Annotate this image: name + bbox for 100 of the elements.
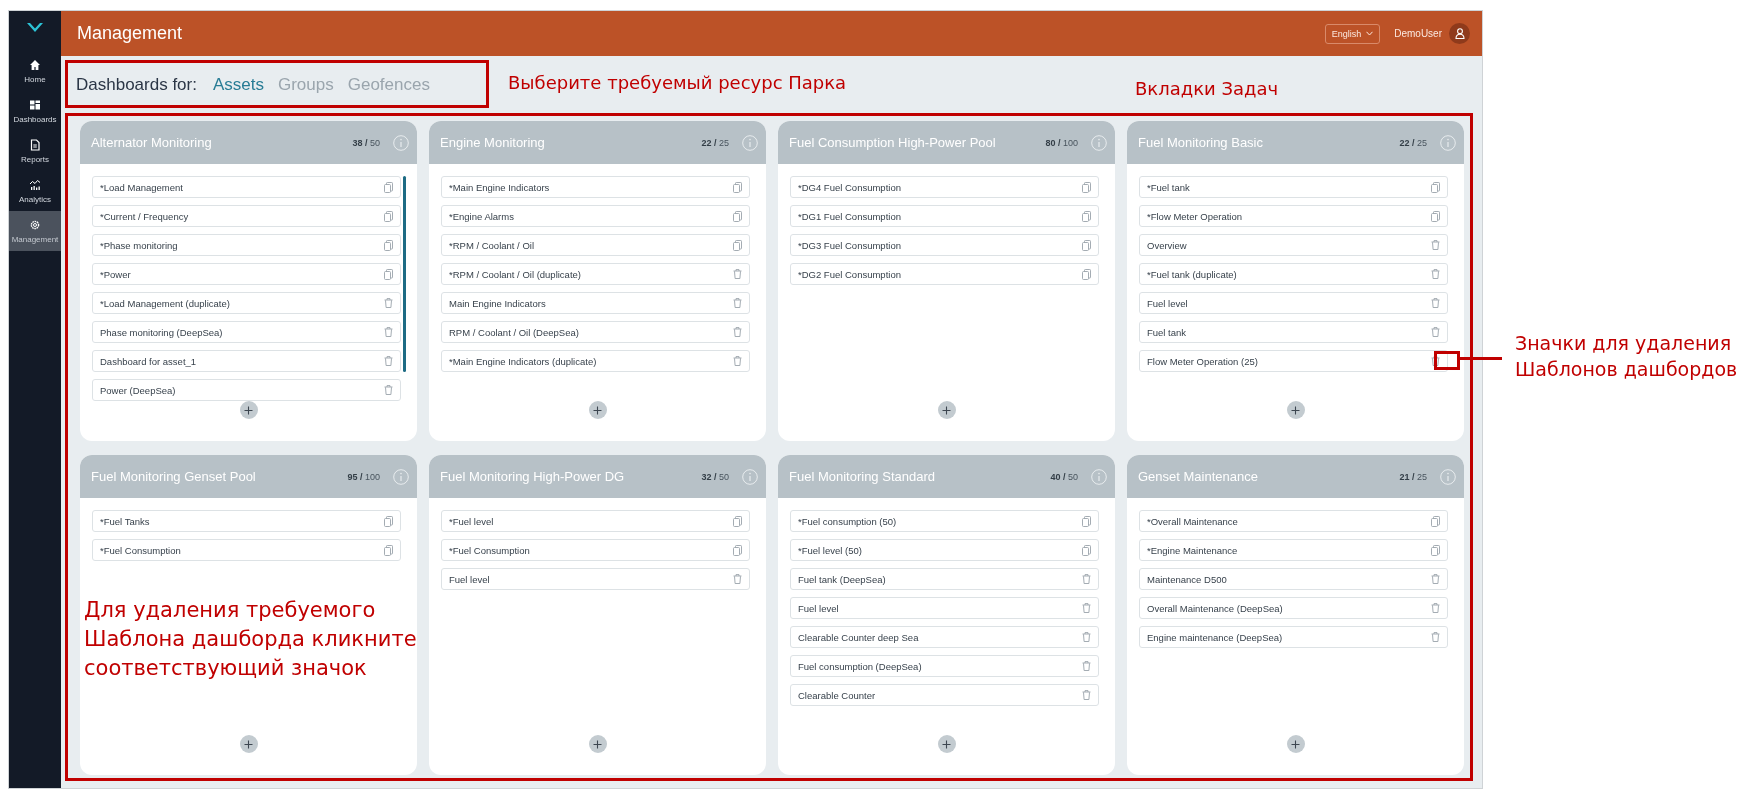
copy-icon[interactable] <box>733 239 742 251</box>
card-title: Fuel Monitoring Basic <box>1138 135 1264 150</box>
info-icon[interactable] <box>742 468 758 485</box>
copy-icon[interactable] <box>1431 544 1440 556</box>
template-row[interactable]: Dashboard for asset_1 <box>92 350 401 372</box>
copy-icon[interactable] <box>384 268 393 280</box>
add-button[interactable] <box>239 735 258 753</box>
copy-icon[interactable] <box>1431 515 1440 527</box>
copy-icon[interactable] <box>384 181 393 193</box>
trash-icon[interactable] <box>1431 356 1440 366</box>
info-icon[interactable] <box>1440 468 1456 485</box>
template-row[interactable]: *Fuel level (50) <box>790 539 1099 561</box>
add-button[interactable] <box>937 401 956 419</box>
template-row[interactable]: Fuel tank (DeepSea) <box>790 568 1099 590</box>
logo-icon <box>26 22 44 34</box>
add-button[interactable] <box>239 401 258 419</box>
add-button[interactable] <box>588 735 607 753</box>
template-row[interactable]: *Fuel Consumption <box>441 539 750 561</box>
plus-icon <box>593 739 602 749</box>
copy-icon[interactable] <box>1431 210 1440 222</box>
template-row[interactable]: RPM / Coolant / Oil (DeepSea) <box>441 321 750 343</box>
template-row[interactable]: *Fuel Consumption <box>92 539 401 561</box>
template-count: 38 / 50 <box>352 137 380 148</box>
add-button[interactable] <box>1286 401 1305 419</box>
template-row[interactable]: Fuel level <box>441 568 750 590</box>
scrollbar[interactable] <box>403 176 406 372</box>
copy-icon[interactable] <box>733 515 742 527</box>
template-row[interactable]: Main Engine Indicators <box>441 292 750 314</box>
template-row[interactable]: *Fuel tank <box>1139 176 1448 198</box>
avatar-button[interactable] <box>1449 23 1470 44</box>
template-row[interactable]: *Fuel tank (duplicate) <box>1139 263 1448 285</box>
template-row[interactable]: Fuel consumption (DeepSea) <box>790 655 1099 677</box>
info-icon[interactable] <box>742 134 758 151</box>
info-icon[interactable] <box>1091 134 1107 151</box>
template-row[interactable]: *Flow Meter Operation <box>1139 205 1448 227</box>
template-row[interactable]: Maintenance D500 <box>1139 568 1448 590</box>
nav-item[interactable]: Analytics <box>9 171 61 211</box>
template-count: 32 / 50 <box>701 471 729 482</box>
tab[interactable]: Assets <box>212 74 264 95</box>
copy-icon[interactable] <box>1082 544 1091 556</box>
template-row[interactable]: Phase monitoring (DeepSea) <box>92 321 401 343</box>
nav-item[interactable]: Dashboards <box>9 91 61 131</box>
template-row[interactable]: *DG3 Fuel Consumption <box>790 234 1099 256</box>
template-row[interactable]: *Fuel level <box>441 510 750 532</box>
template-row[interactable]: Flow Meter Operation (25) <box>1139 350 1448 372</box>
template-row[interactable]: *Main Engine Indicators (duplicate) <box>441 350 750 372</box>
copy-icon[interactable] <box>733 181 742 193</box>
template-row[interactable]: Clearable Counter <box>790 684 1099 706</box>
tabs-label: Dashboards for: <box>76 74 197 95</box>
template-row[interactable]: Power (DeepSea) <box>92 379 401 401</box>
template-row[interactable]: Fuel level <box>1139 292 1448 314</box>
copy-icon[interactable] <box>384 210 393 222</box>
template-row[interactable]: *Fuel Tanks <box>92 510 401 532</box>
copy-icon[interactable] <box>384 239 393 251</box>
copy-icon[interactable] <box>1082 210 1091 222</box>
template-row[interactable]: *DG2 Fuel Consumption <box>790 263 1099 285</box>
copy-icon[interactable] <box>1082 239 1091 251</box>
nav-item[interactable]: Management <box>9 211 61 251</box>
add-button[interactable] <box>1286 735 1305 753</box>
nav-item[interactable]: Home <box>9 51 61 91</box>
add-button[interactable] <box>937 735 956 753</box>
language-dropdown[interactable]: English <box>1324 23 1381 44</box>
copy-icon[interactable] <box>1082 515 1091 527</box>
template-row[interactable]: Overall Maintenance (DeepSea) <box>1139 597 1448 619</box>
template-row[interactable]: *Fuel consumption (50) <box>790 510 1099 532</box>
info-icon[interactable] <box>393 468 409 485</box>
template-row[interactable]: *Load Management (duplicate) <box>92 292 401 314</box>
template-row[interactable]: Fuel level <box>790 597 1099 619</box>
template-row[interactable]: *RPM / Coolant / Oil <box>441 234 750 256</box>
copy-icon[interactable] <box>1431 181 1440 193</box>
template-row[interactable]: *Main Engine Indicators <box>441 176 750 198</box>
template-row[interactable]: *RPM / Coolant / Oil (duplicate) <box>441 263 750 285</box>
chart-icon <box>29 178 41 191</box>
template-row[interactable]: *DG4 Fuel Consumption <box>790 176 1099 198</box>
template-row[interactable]: *Current / Frequency <box>92 205 401 227</box>
template-row[interactable]: Overview <box>1139 234 1448 256</box>
template-row[interactable]: *Load Management <box>92 176 401 198</box>
info-icon[interactable] <box>393 134 409 151</box>
template-row[interactable]: Fuel tank <box>1139 321 1448 343</box>
info-icon[interactable] <box>1440 134 1456 151</box>
template-row[interactable]: *Phase monitoring <box>92 234 401 256</box>
info-icon[interactable] <box>1091 468 1107 485</box>
template-row[interactable]: *DG1 Fuel Consumption <box>790 205 1099 227</box>
copy-icon[interactable] <box>384 515 393 527</box>
page-title: Management <box>77 23 184 44</box>
template-row[interactable]: Engine maintenance (DeepSea) <box>1139 626 1448 648</box>
copy-icon[interactable] <box>384 544 393 556</box>
copy-icon[interactable] <box>733 544 742 556</box>
copy-icon[interactable] <box>1082 181 1091 193</box>
plus-icon <box>1291 739 1300 749</box>
copy-icon[interactable] <box>1082 268 1091 280</box>
plus-icon <box>244 405 253 415</box>
template-row[interactable]: *Overall Maintenance <box>1139 510 1448 532</box>
template-row[interactable]: *Power <box>92 263 401 285</box>
template-row[interactable]: *Engine Alarms <box>441 205 750 227</box>
copy-icon[interactable] <box>733 210 742 222</box>
template-row[interactable]: *Engine Maintenance <box>1139 539 1448 561</box>
add-button[interactable] <box>588 401 607 419</box>
template-row[interactable]: Clearable Counter deep Sea <box>790 626 1099 648</box>
nav-item[interactable]: Reports <box>9 131 61 171</box>
